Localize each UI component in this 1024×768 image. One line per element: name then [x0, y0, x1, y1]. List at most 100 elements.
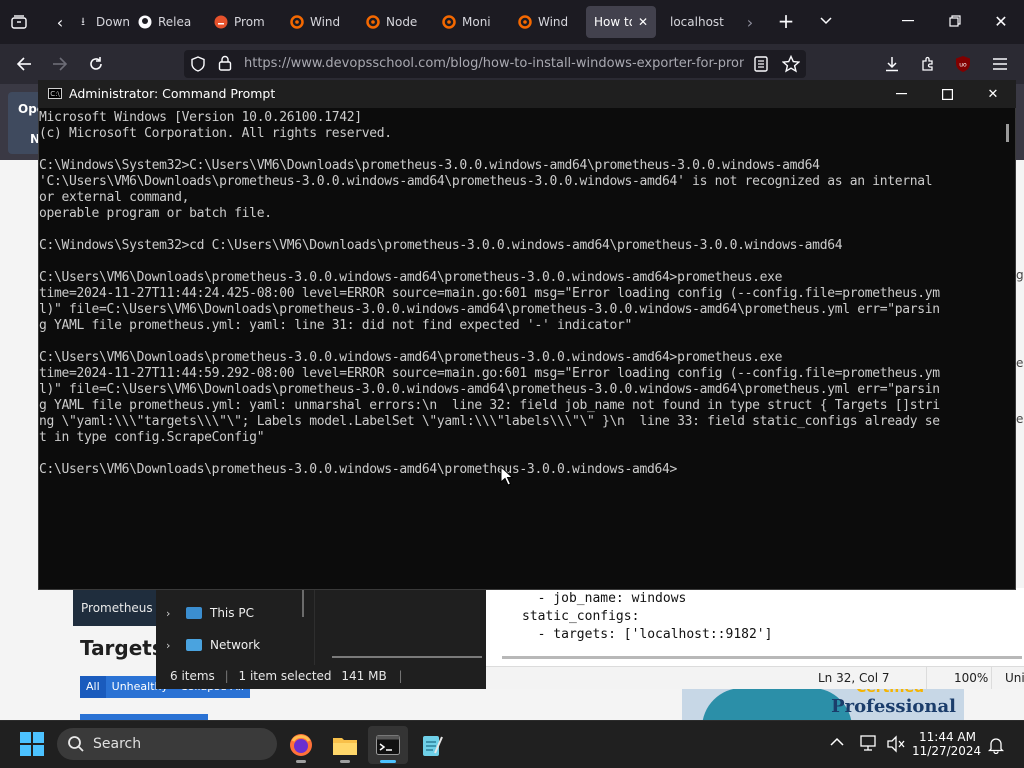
browser-tab-6[interactable]: Moni: [434, 6, 504, 38]
cmd-close-icon[interactable]: ✕: [970, 82, 1016, 106]
grafana-icon: [442, 15, 456, 29]
search-label: Search: [93, 736, 142, 752]
browser-tab-3[interactable]: Prom: [206, 6, 276, 38]
volume-muted-icon[interactable]: [886, 735, 906, 753]
cmd-line: C:\Users\VM6\Downloads\prometheus-3.0.0.…: [39, 270, 783, 285]
status-divider: [926, 667, 927, 689]
tab-label: Prom: [234, 15, 265, 29]
cmd-line: C:\Windows\System32>C:\Users\VM6\Downloa…: [39, 158, 820, 173]
cmd-line: or external command,: [39, 190, 190, 205]
tab-overview-icon[interactable]: [8, 12, 30, 32]
file-explorer-window: › This PC › Network 6 items | 1 item sel…: [156, 588, 486, 689]
firefox-taskbar-icon[interactable]: [281, 726, 321, 764]
url-text: https://www.devopsschool.com/blog/how-to…: [244, 56, 744, 71]
terminal-taskbar-icon[interactable]: [368, 726, 408, 764]
cmd-output[interactable]: Microsoft Windows [Version 10.0.26100.17…: [39, 110, 1001, 580]
notepad-text: - job_name: windows static_configs: - ta…: [522, 590, 772, 644]
browser-tab-9[interactable]: localhost: [662, 6, 732, 38]
zoom-level: 100%: [954, 671, 989, 685]
filter-all-button[interactable]: All: [80, 676, 106, 698]
network-icon: [186, 639, 202, 651]
browser-tab-2[interactable]: Relea: [130, 6, 200, 38]
status-size: 141 MB: [341, 669, 387, 683]
editor-line: static_configs:: [522, 609, 640, 624]
clock-date: 11/27/2024: [912, 744, 982, 758]
shield-icon[interactable]: [190, 56, 206, 72]
prometheus-nav-link[interactable]: Prometheus: [73, 590, 163, 626]
search-icon: [67, 735, 85, 753]
tab-scroll-left-icon[interactable]: ‹: [50, 12, 70, 32]
pane-divider[interactable]: [302, 589, 304, 617]
cmd-title-bar[interactable]: C:\ Administrator: Command Prompt ✕: [38, 80, 1016, 108]
taskbar-search[interactable]: Search: [57, 728, 277, 760]
encoding: Uni: [1005, 671, 1024, 685]
notepad-taskbar-icon[interactable]: [412, 726, 452, 764]
cmd-line: l)" file=C:\Users\VM6\Downloads\promethe…: [39, 302, 940, 317]
close-tab-icon[interactable]: ✕: [638, 15, 648, 29]
close-window-icon[interactable]: ✕: [989, 10, 1013, 32]
browser-tab-1[interactable]: ⭳ Down: [68, 6, 138, 38]
url-bar[interactable]: https://www.devopsschool.com/blog/how-to…: [184, 50, 806, 78]
tree-label: This PC: [210, 606, 254, 620]
bookmark-star-icon[interactable]: [781, 54, 801, 73]
notepad-horizontal-scrollbar[interactable]: [502, 656, 1022, 659]
editor-line: - job_name: windows: [522, 591, 687, 606]
status-divider: [991, 667, 992, 689]
taskbar-clock[interactable]: 11:44 AM 11/27/2024: [912, 730, 982, 758]
restore-icon[interactable]: [943, 10, 967, 32]
explorer-status-bar: 6 items | 1 item selected 141 MB |: [170, 669, 403, 683]
display-monitor-icon[interactable]: [860, 735, 880, 753]
chevron-right-icon[interactable]: ›: [166, 607, 178, 620]
cmd-minimize-icon[interactable]: [878, 82, 924, 106]
tab-label: Relea: [158, 15, 192, 29]
status-items: 6 items: [170, 669, 215, 683]
notification-bell-icon[interactable]: [987, 736, 1005, 755]
chevron-right-icon[interactable]: ›: [166, 639, 178, 652]
prometheus-icon: [214, 15, 228, 29]
cmd-scrollbar[interactable]: [1006, 124, 1009, 142]
horizontal-scrollbar[interactable]: [332, 656, 482, 658]
new-tab-icon[interactable]: +: [775, 9, 797, 33]
cmd-line: t in type config.ScrapeConfig": [39, 430, 265, 445]
cmd-prompt-line: C:\Users\VM6\Downloads\prometheus-3.0.0.…: [39, 462, 678, 477]
browser-tab-7[interactable]: Wind: [510, 6, 580, 38]
browser-tab-4[interactable]: Wind: [282, 6, 352, 38]
browser-tab-5[interactable]: Node: [358, 6, 428, 38]
browser-tab-bar: ‹ ⭳ Down Relea Prom Wind Node Moni Wind H…: [0, 0, 1024, 44]
forward-icon[interactable]: [50, 54, 70, 74]
minimize-icon[interactable]: [896, 10, 920, 32]
hamburger-menu-icon[interactable]: [990, 54, 1010, 74]
lock-icon[interactable]: [218, 55, 234, 71]
downloads-icon[interactable]: [882, 54, 902, 74]
clock-time: 11:44 AM: [919, 730, 976, 744]
cmd-line: Microsoft Windows [Version 10.0.26100.17…: [39, 110, 362, 125]
start-button-icon[interactable]: [20, 732, 44, 756]
browser-tab-active[interactable]: How to ✕: [586, 6, 656, 38]
cmd-maximize-icon[interactable]: [924, 82, 970, 106]
page-letter-e: e: [1016, 356, 1024, 370]
reload-icon[interactable]: [86, 54, 106, 74]
this-pc-icon: [186, 607, 202, 619]
tree-item-network[interactable]: › Network: [166, 635, 260, 655]
ublock-icon[interactable]: uo: [953, 54, 973, 74]
file-explorer-taskbar-icon[interactable]: [325, 726, 365, 764]
prometheus-nav-label: Prometheus: [81, 601, 153, 615]
banner-shape: [702, 688, 852, 720]
back-icon[interactable]: [14, 54, 34, 74]
tab-label: Wind: [310, 15, 341, 29]
list-all-tabs-icon[interactable]: [815, 10, 837, 32]
grafana-icon: [518, 15, 532, 29]
tree-item-this-pc[interactable]: › This PC: [166, 603, 254, 623]
chevron-up-icon[interactable]: [830, 736, 846, 752]
cmd-line: time=2024-11-27T11:44:24.425-08:00 level…: [39, 286, 940, 301]
reader-view-icon[interactable]: [754, 56, 770, 72]
pane-border: [314, 589, 315, 665]
tab-scroll-right-icon[interactable]: ›: [740, 12, 760, 32]
targets-heading: Targets: [80, 636, 164, 660]
cmd-title: Administrator: Command Prompt: [69, 86, 276, 101]
firefox-running-indicator: [296, 760, 306, 763]
terminal-active-indicator: [380, 760, 396, 763]
extensions-icon[interactable]: [918, 54, 938, 74]
page-header-strip-right: [1016, 84, 1024, 160]
page-letter-e: e: [1016, 412, 1024, 426]
